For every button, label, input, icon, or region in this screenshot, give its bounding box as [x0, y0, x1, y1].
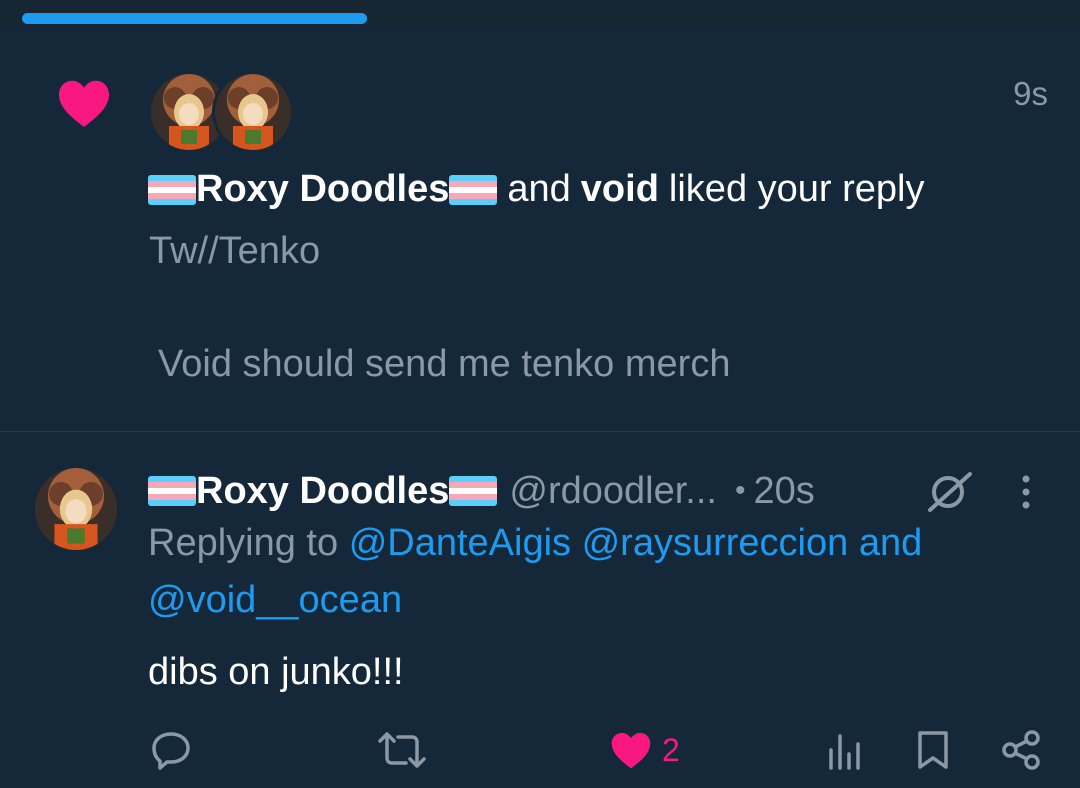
user-handle[interactable]: @rdoodler...	[509, 470, 717, 513]
avatar[interactable]	[212, 71, 294, 153]
actor-name[interactable]: Roxy Doodles	[196, 168, 449, 211]
views-icon	[829, 734, 860, 770]
more-vertical-icon[interactable]	[1014, 472, 1038, 512]
trans-flag-icon	[449, 174, 498, 205]
retweet-button[interactable]	[378, 728, 426, 772]
heart-icon	[59, 80, 109, 127]
actor-name[interactable]: void	[581, 168, 659, 211]
quoted-text: Void should send me tenko merch	[158, 343, 731, 385]
mention-link[interactable]: @DanteAigis	[349, 522, 571, 564]
like-button[interactable]: 2	[610, 728, 680, 772]
share-button[interactable]	[1000, 728, 1042, 772]
heart-icon	[611, 732, 651, 769]
grok-icon[interactable]	[924, 470, 976, 514]
replying-to-label: Replying to	[148, 522, 339, 564]
trans-flag-icon	[148, 476, 196, 506]
action-text: liked your reply	[668, 168, 925, 210]
display-name-text: Roxy Doodles	[196, 469, 450, 512]
retweet-icon	[378, 732, 426, 768]
share-icon	[1002, 730, 1040, 770]
bookmark-button[interactable]	[914, 728, 952, 772]
mention-connector[interactable]: and	[859, 522, 922, 564]
loading-progress-bar	[22, 13, 367, 24]
reply-icon	[152, 732, 190, 770]
trans-flag-icon	[148, 174, 196, 205]
reply-button[interactable]	[150, 728, 192, 772]
notification-timestamp: 9s	[1013, 75, 1048, 112]
views-button[interactable]	[826, 728, 864, 772]
quoted-text: Tw//Tenko	[149, 230, 321, 272]
connector-text: and	[507, 168, 571, 210]
separator-dot: •	[734, 474, 746, 507]
trans-flag-icon	[449, 476, 498, 506]
tweet-timestamp[interactable]: 20s	[753, 470, 814, 513]
tweet-text: dibs on junko!!!	[148, 651, 404, 693]
avatar[interactable]	[32, 465, 120, 553]
mention-link[interactable]: @raysurreccion	[582, 522, 849, 564]
notification-text: Roxy Doodles and void liked your reply	[148, 168, 924, 211]
mention-link[interactable]: @void__ocean	[148, 579, 402, 622]
divider	[0, 431, 1080, 432]
like-count: 2	[662, 731, 680, 768]
top-bar	[0, 0, 1080, 26]
bookmark-icon	[918, 731, 948, 769]
tweet-header: Roxy Doodles @rdoodler... • 20s	[148, 466, 815, 516]
display-name[interactable]: Roxy Doodles	[148, 469, 498, 513]
replying-to: Replying to @DanteAigis @raysurreccion a…	[148, 522, 922, 565]
